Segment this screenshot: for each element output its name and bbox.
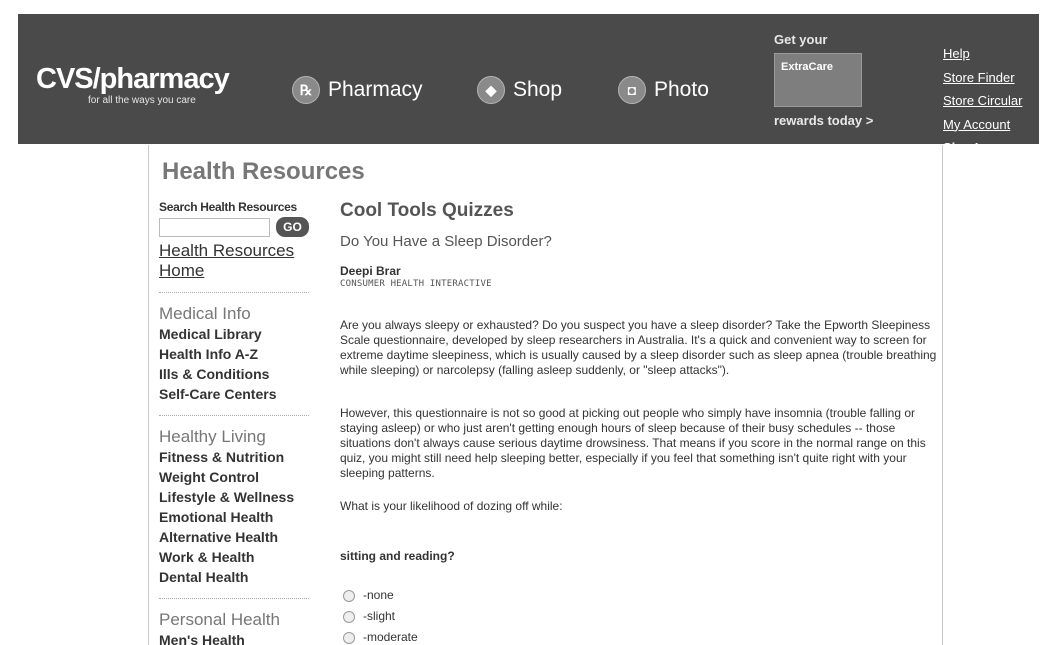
prompt-paragraph: What is your likelihood of dozing off wh… — [340, 499, 563, 513]
logo-text: CVS/pharmacy — [36, 63, 230, 95]
help-link[interactable]: Help — [943, 42, 1022, 66]
intro-paragraph: Are you always sleepy or exhausted? Do y… — [340, 318, 937, 377]
medical-library-link[interactable]: Medical Library — [159, 324, 315, 344]
sign-in-link[interactable]: Sign In — [943, 136, 1022, 160]
health-info-az-link[interactable]: Health Info A-Z — [159, 344, 315, 364]
article: Cool Tools Quizzes Do You Have a Sleep D… — [340, 200, 945, 644]
work-health-link[interactable]: Work & Health — [159, 547, 315, 567]
option-moderate[interactable]: -moderate — [343, 627, 418, 645]
divider — [159, 415, 309, 416]
extracare-top-text: Get your — [774, 32, 828, 47]
self-care-centers-link[interactable]: Self-Care Centers — [159, 384, 315, 404]
fitness-nutrition-link[interactable]: Fitness & Nutrition — [159, 447, 315, 467]
alternative-health-link[interactable]: Alternative Health — [159, 527, 315, 547]
caveat-paragraph: However, this questionnaire is not so go… — [340, 406, 926, 480]
medical-info-links: Medical Library Health Info A-Z Ills & C… — [159, 324, 315, 404]
extracare-card-title: ExtraCare — [781, 61, 833, 73]
section-heading: Cool Tools Quizzes — [340, 200, 514, 221]
cvs-logo[interactable]: CVS/pharmacy for all the ways you care — [36, 63, 230, 106]
health-resources-home-link[interactable]: Health Resources Home — [159, 241, 315, 281]
section-title-medical-info: Medical Info — [159, 304, 251, 323]
option-none[interactable]: -none — [343, 585, 418, 606]
option-label: -none — [363, 588, 394, 602]
search-row: GO — [159, 217, 315, 237]
extracare-card-image: ExtraCare — [774, 53, 862, 107]
section-title-healthy-living: Healthy Living — [159, 427, 266, 446]
store-circular-link[interactable]: Store Circular — [943, 89, 1022, 113]
ills-conditions-link[interactable]: Ills & Conditions — [159, 364, 315, 384]
option-label: -slight — [363, 609, 396, 623]
radio-button[interactable] — [343, 631, 355, 644]
extracare-bottom-text: rewards today > — [774, 113, 874, 128]
dental-health-link[interactable]: Dental Health — [159, 567, 315, 587]
go-button[interactable]: GO — [276, 217, 309, 237]
radio-button[interactable] — [343, 610, 355, 623]
nav-photo[interactable]: ◘ Photo — [618, 76, 709, 104]
divider — [159, 598, 309, 599]
healthy-living-links: Fitness & Nutrition Weight Control Lifes… — [159, 447, 315, 587]
lifestyle-wellness-link[interactable]: Lifestyle & Wellness — [159, 487, 315, 507]
divider — [159, 292, 309, 293]
section-title-personal-health: Personal Health — [159, 610, 280, 629]
emotional-health-link[interactable]: Emotional Health — [159, 507, 315, 527]
page-title: Health Resources — [162, 158, 365, 185]
nav-pharmacy-label: Pharmacy — [328, 78, 423, 101]
option-slight[interactable]: -slight — [343, 606, 418, 627]
author-org: CONSUMER HEALTH INTERACTIVE — [340, 279, 492, 289]
extracare-promo[interactable]: Get your ExtraCare rewards today > — [774, 32, 873, 128]
article-title: Do You Have a Sleep Disorder? — [340, 233, 552, 250]
nav-pharmacy[interactable]: ℞ Pharmacy — [292, 76, 423, 104]
personal-health-links: Men's Health — [159, 630, 315, 645]
search-label: Search Health Resources — [159, 200, 297, 214]
rx-icon: ℞ — [292, 76, 320, 104]
logo-tagline: for all the ways you care — [88, 95, 196, 106]
camera-icon: ◘ — [618, 76, 646, 104]
search-input[interactable] — [159, 217, 270, 237]
nav-photo-label: Photo — [654, 78, 709, 101]
my-account-link[interactable]: My Account — [943, 113, 1022, 137]
nav-shop-label: Shop — [513, 78, 563, 101]
radio-button[interactable] — [343, 589, 355, 602]
store-finder-link[interactable]: Store Finder — [943, 66, 1022, 90]
tag-icon: ◆ — [477, 76, 505, 104]
answer-options: -none -slight -moderate — [343, 585, 418, 645]
nav-shop[interactable]: ◆ Shop — [477, 76, 562, 104]
quiz-question: sitting and reading? — [340, 549, 455, 563]
option-label: -moderate — [363, 630, 418, 644]
sidebar: Search Health Resources GO Health Resour… — [159, 200, 315, 645]
mens-health-link[interactable]: Men's Health — [159, 630, 315, 645]
weight-control-link[interactable]: Weight Control — [159, 467, 315, 487]
author-name: Deepi Brar — [340, 264, 401, 278]
site-header: CVS/pharmacy for all the ways you care ℞… — [18, 14, 1039, 155]
utility-links: Help Store Finder Store Circular My Acco… — [943, 42, 1022, 160]
